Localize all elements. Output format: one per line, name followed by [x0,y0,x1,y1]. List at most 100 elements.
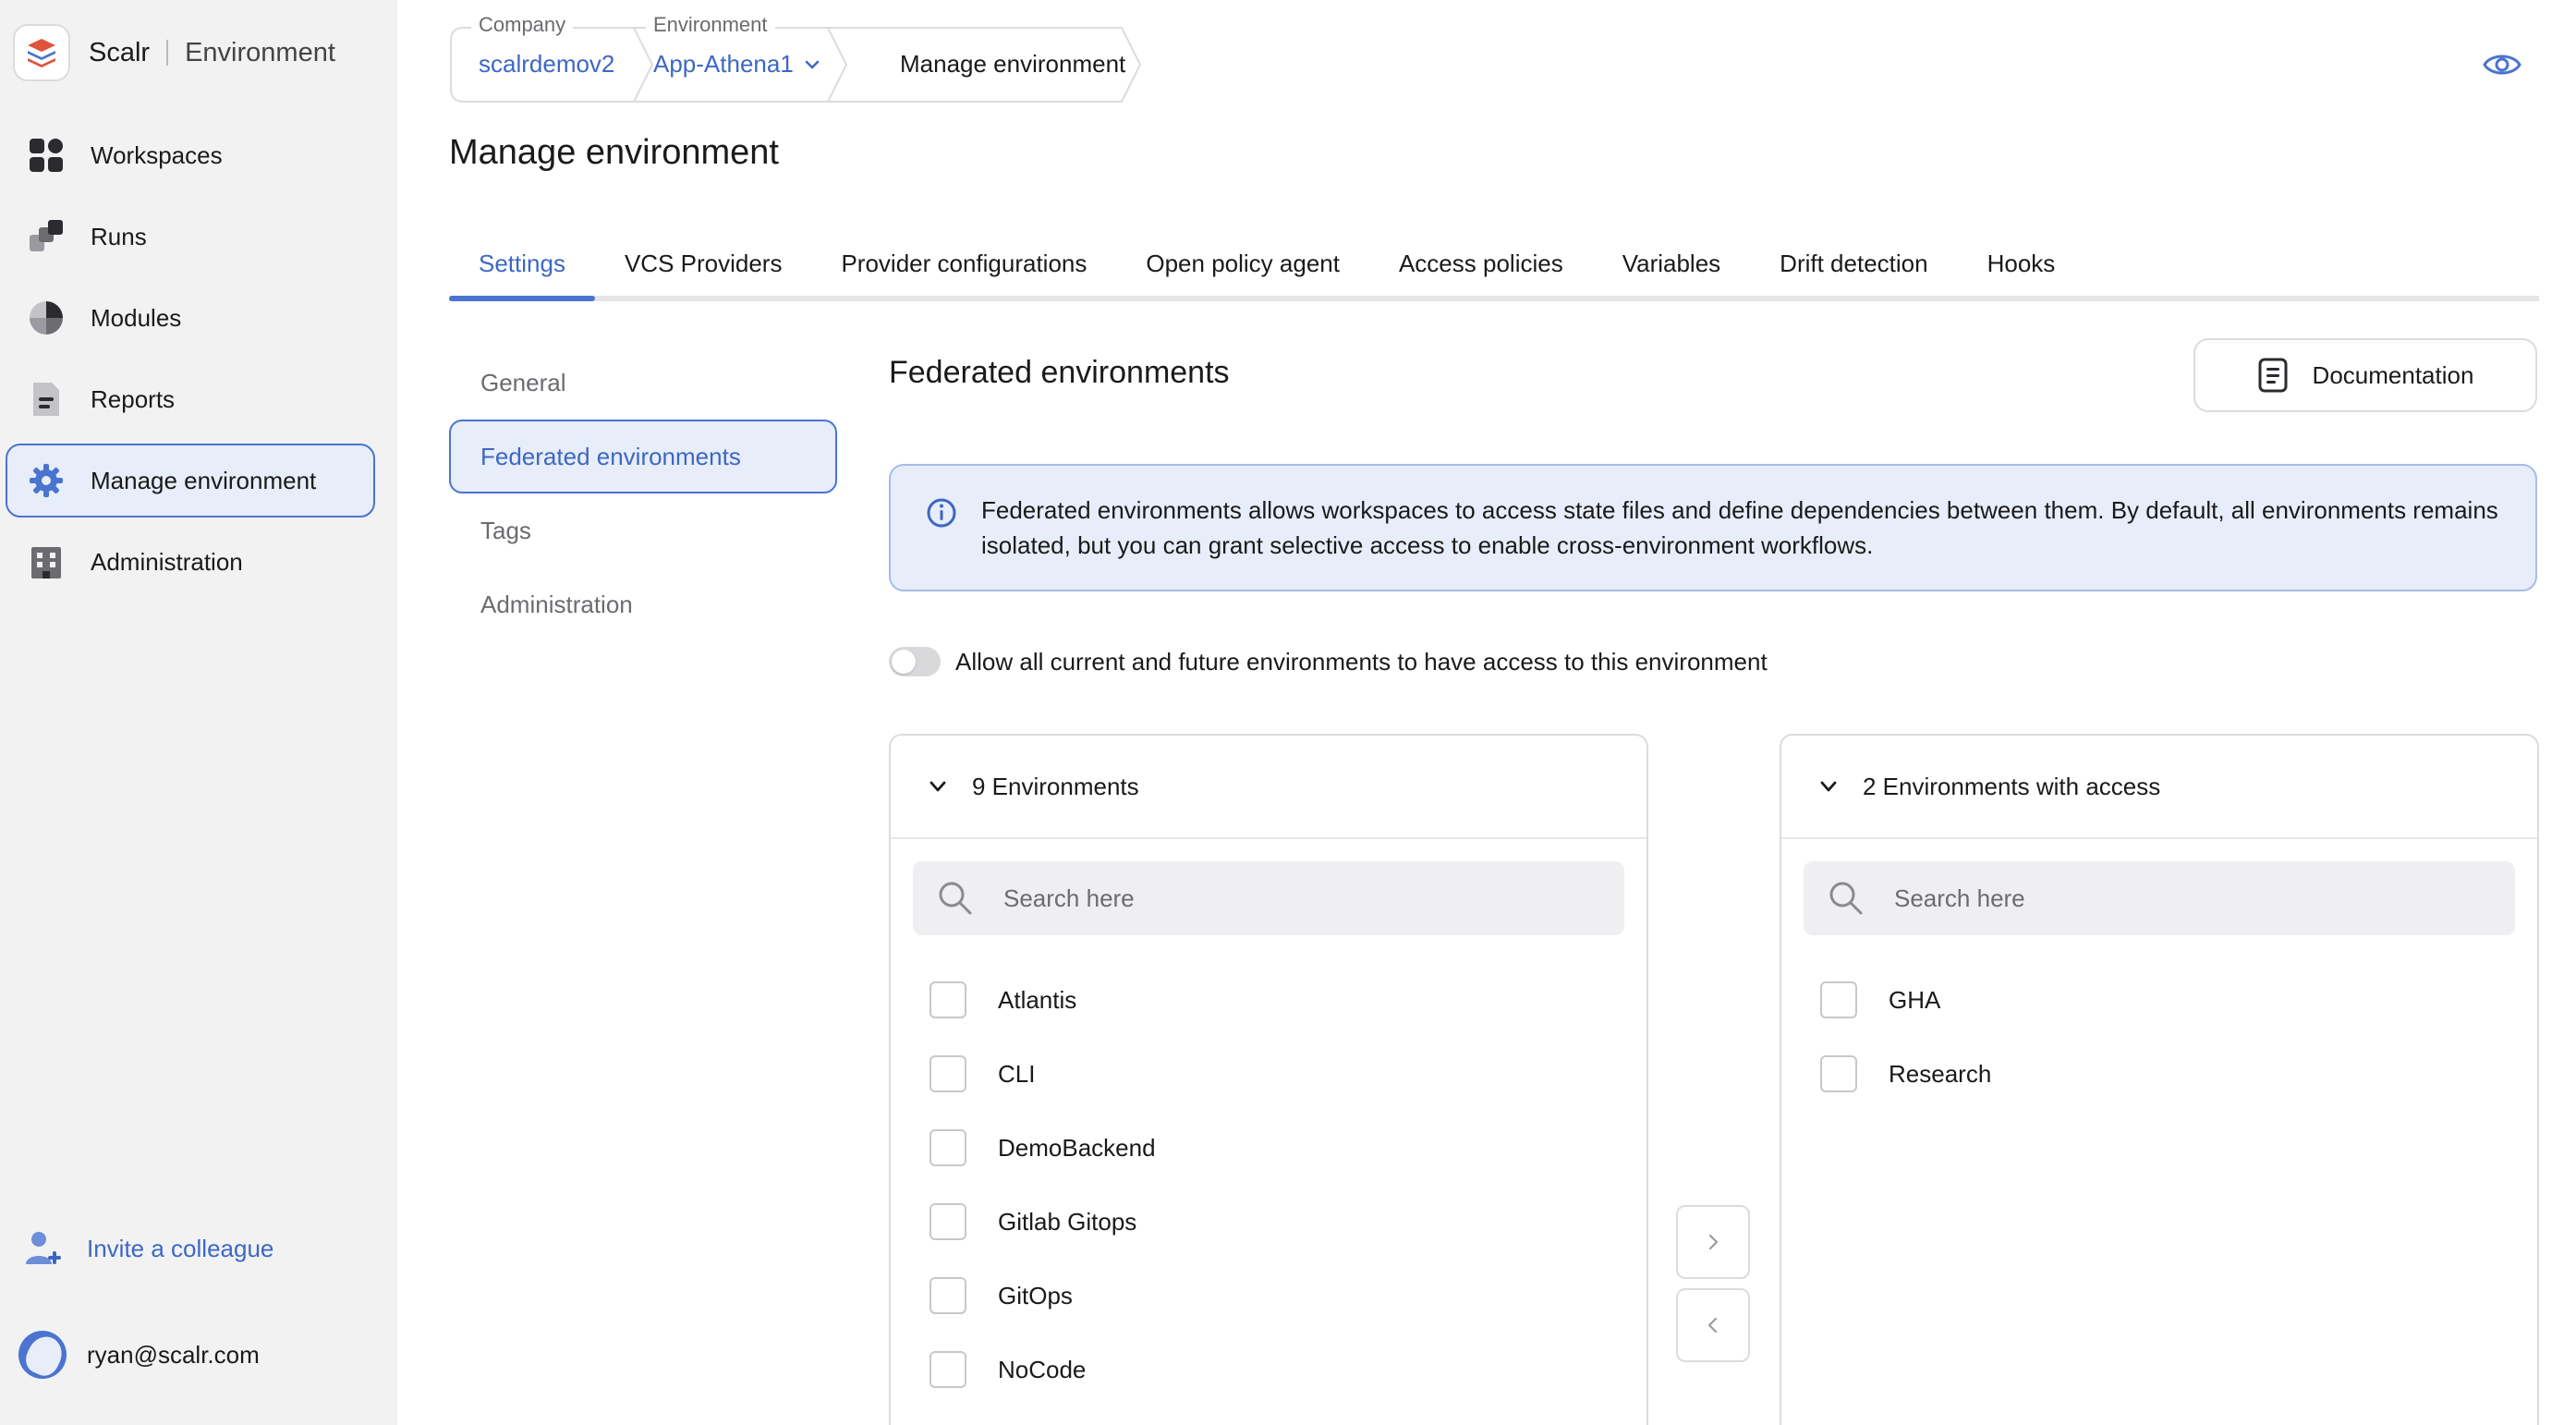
documentation-button[interactable]: Documentation [2193,338,2537,412]
with-access-search-input[interactable] [1894,883,2448,913]
subnav-general[interactable]: General [449,346,837,420]
available-list: Atlantis CLI DemoBackend Gitlab Gitops G… [891,935,1646,1425]
invite-label: Invite a colleague [87,1234,274,1262]
with-access-search [1804,861,2515,935]
available-environments-header[interactable]: 9 Environments [891,736,1646,839]
user-email: ryan@scalr.com [87,1340,260,1369]
sidebar-item-reports[interactable]: Reports [6,362,375,436]
checkbox[interactable] [1820,981,1857,1018]
breadcrumb-company-label: Company [471,13,574,37]
tab-variables[interactable]: Variables [1593,231,1750,296]
list-item[interactable]: NoCode [930,1333,1646,1407]
list-item[interactable]: Atlantis [930,963,1646,1037]
checkbox[interactable] [930,981,966,1018]
checkbox[interactable] [930,1351,966,1388]
remove-access-button[interactable] [1676,1288,1750,1362]
sidebar-item-runs[interactable]: Runs [6,200,375,274]
checkbox[interactable] [930,1129,966,1166]
settings-subnav: General Federated environments Tags Admi… [449,346,837,641]
documentation-label: Documentation [2312,360,2474,389]
info-banner: Federated environments allows workspaces… [889,464,2537,591]
workspaces-icon [26,135,67,176]
checkbox[interactable] [930,1055,966,1092]
brand-divider [166,40,169,66]
available-environments-panel: 9 Environments Atlantis CLI DemoBackend … [889,734,1648,1425]
building-icon [26,542,67,582]
environment-name: Gitlab Gitops [998,1207,1137,1236]
environment-name: NoCode [998,1355,1087,1383]
sidebar-item-label: Workspaces [91,140,223,169]
section-title: Federated environments [889,355,1230,390]
environment-name: App-Athena1 [653,50,794,78]
modules-icon [26,298,67,338]
subnav-administration[interactable]: Administration [449,567,837,641]
list-item[interactable]: Gitlab Gitops [930,1185,1646,1259]
list-item[interactable]: DemoBackend [930,1111,1646,1185]
tab-settings[interactable]: Settings [449,231,595,301]
with-access-list: GHA Research [1781,935,2537,1111]
with-access-count-label: 2 Environments with access [1863,772,2161,800]
environment-name: Research [1889,1059,1992,1088]
info-icon [927,498,956,528]
sidebar-item-workspaces[interactable]: Workspaces [6,118,375,192]
tab-drift-detection[interactable]: Drift detection [1750,231,1957,296]
sidebar-item-label: Manage environment [91,466,317,494]
chevron-down-icon [1820,781,1837,792]
scalr-logo-icon [13,24,70,81]
brand-name: Scalr [89,37,151,67]
add-user-icon [26,1232,61,1264]
tab-access-policies[interactable]: Access policies [1369,231,1593,296]
breadcrumb-environment-value: App-Athena1 [653,50,821,79]
chevron-down-icon [805,60,820,68]
with-access-header[interactable]: 2 Environments with access [1781,736,2537,839]
sidebar-item-manage-environment[interactable]: Manage environment [6,444,375,518]
sidebar-item-label: Reports [91,384,176,413]
list-item[interactable]: GitOps [930,1259,1646,1333]
sidebar: Scalr Environment Workspaces Runs Module… [0,0,397,1425]
environment-name: Atlantis [998,985,1077,1014]
sidebar-item-administration[interactable]: Administration [6,525,375,599]
list-item[interactable]: CLI [930,1037,1646,1111]
chevron-left-icon [1707,1317,1718,1334]
chevron-right-icon [1708,1234,1719,1250]
brand[interactable]: Scalr Environment [13,20,335,85]
tab-vcs-providers[interactable]: VCS Providers [595,231,812,296]
chevron-down-icon [930,781,946,792]
checkbox[interactable] [1820,1055,1857,1092]
search-icon [939,882,972,915]
tab-bar: Settings VCS Providers Provider configur… [449,231,2539,301]
available-count-label: 9 Environments [972,772,1139,800]
search-icon [1829,882,1863,915]
eye-icon[interactable] [2482,44,2522,85]
allow-all-toggle[interactable] [889,647,941,676]
sidebar-item-modules[interactable]: Modules [6,281,375,355]
list-item[interactable]: GHA [1820,963,2537,1037]
user-menu[interactable]: ryan@scalr.com [18,1331,260,1379]
sidebar-nav: Workspaces Runs Modules Reports Manage e… [6,118,375,606]
subnav-tags[interactable]: Tags [449,493,837,567]
breadcrumb-environment[interactable]: Environment App-Athena1 [638,13,837,102]
sidebar-item-label: Administration [91,547,243,576]
subnav-federated-environments[interactable]: Federated environments [449,420,837,493]
page-title: Manage environment [449,133,779,172]
available-search-input[interactable] [1003,883,1558,913]
checkbox[interactable] [930,1277,966,1314]
checkbox[interactable] [930,1203,966,1240]
invite-colleague-link[interactable]: Invite a colleague [24,1229,273,1268]
runs-icon [26,216,67,257]
tab-open-policy-agent[interactable]: Open policy agent [1116,231,1369,296]
allow-all-label: Allow all current and future environment… [955,647,1768,676]
avatar [18,1331,67,1379]
tab-hooks[interactable]: Hooks [1958,231,2085,296]
info-line-2: isolated, but you can grant selective ac… [981,531,1874,559]
environment-name: CLI [998,1059,1036,1088]
environment-name: GitOps [998,1281,1073,1309]
allow-all-row: Allow all current and future environment… [889,647,1768,676]
breadcrumb-company[interactable]: Company scalrdemov2 [449,13,638,102]
tab-provider-configurations[interactable]: Provider configurations [811,231,1116,296]
sidebar-item-label: Runs [91,222,147,250]
brand-context: Environment [185,37,335,67]
list-item[interactable] [930,1407,1646,1425]
add-access-button[interactable] [1676,1205,1750,1279]
list-item[interactable]: Research [1820,1037,2537,1111]
